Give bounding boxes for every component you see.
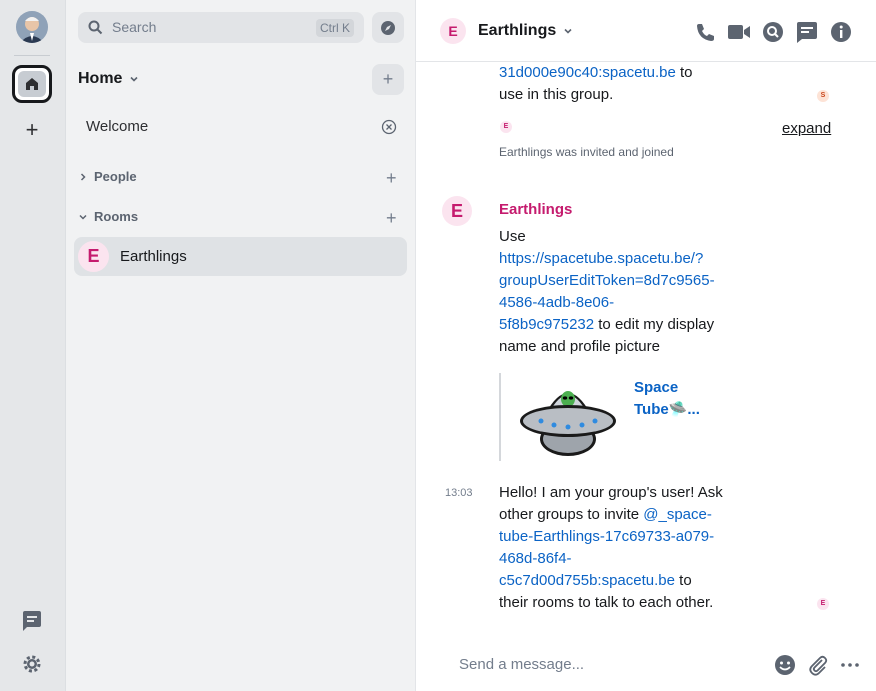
section-rooms[interactable]: Rooms (78, 209, 138, 224)
url-preview: Space Tube🛸... (499, 373, 719, 461)
add-person-button[interactable]: + (386, 169, 397, 187)
chevron-right-icon (80, 172, 86, 181)
chevron-down-icon (79, 214, 87, 220)
message-text: their rooms to talk to each other. (499, 594, 714, 611)
room-header: E Earthlings (416, 0, 876, 62)
space-title[interactable]: Home (78, 70, 140, 88)
compass-icon (381, 20, 395, 35)
info-icon[interactable] (830, 21, 852, 43)
space-title-label: Home (78, 70, 123, 87)
create-space-button[interactable]: + (22, 119, 42, 141)
composer-input[interactable]: Send a message... (459, 656, 584, 673)
space-rail: + (0, 0, 66, 691)
attachment-icon[interactable] (807, 654, 829, 676)
more-options-icon[interactable] (839, 654, 861, 676)
room-item-earthlings[interactable]: E Earthlings (74, 237, 407, 276)
home-space-button[interactable] (12, 65, 52, 103)
room-header-title[interactable]: Earthlings (478, 22, 574, 40)
message-body: Hello! I am your group's user! Ask other… (499, 482, 723, 614)
message-link[interactable]: 5f8b9c975232 (499, 316, 594, 333)
user-pill-link[interactable]: tube-Earthlings-17c69733-a079- (499, 528, 714, 545)
user-pill-link[interactable]: c5c7d00d755b:spacetu.be (499, 572, 675, 589)
event-avatar: E (500, 121, 512, 133)
url-preview-title-line: Space (634, 379, 679, 396)
room-list-panel: Search Ctrl K Home + Welcome People + Ro… (66, 0, 416, 691)
gear-icon (23, 655, 41, 673)
search-room-icon[interactable] (762, 21, 784, 43)
explore-rooms-button[interactable] (372, 12, 404, 43)
search-shortcut: Ctrl K (316, 19, 354, 37)
add-room-section-button[interactable]: + (386, 209, 397, 227)
phone-icon[interactable] (694, 21, 716, 43)
message-text: Hello! I am your group's user! Ask (499, 484, 723, 501)
emoji-icon[interactable] (774, 654, 796, 676)
message-text: to edit my display (594, 316, 715, 333)
rail-divider (14, 55, 50, 56)
threads-icon[interactable] (796, 21, 818, 43)
message-link[interactable]: 31d000e90c40:spacetu.be (499, 64, 676, 81)
message-link[interactable]: https://spacetube.spacetu.be/? (499, 250, 703, 267)
read-receipt-avatar[interactable]: E (817, 598, 829, 610)
ufo-alien-icon[interactable] (519, 377, 617, 459)
message-text: other groups to invite (499, 506, 644, 523)
section-people-label: People (94, 169, 137, 184)
user-pill-link[interactable]: 468d-86f4- (499, 550, 572, 567)
message-body-previous: 31d000e90c40:spacetu.be to use in this g… (499, 62, 693, 106)
threads-icon (23, 611, 41, 631)
room-view: E Earthlings 31d000e90c40:spacetu.be to … (416, 0, 876, 691)
message-composer: Send a message... (416, 640, 876, 691)
welcome-item[interactable]: Welcome (86, 118, 148, 135)
quick-settings-button[interactable] (21, 653, 43, 680)
message-text: to (674, 572, 692, 589)
section-people[interactable]: People (78, 169, 137, 184)
user-avatar[interactable] (16, 11, 48, 43)
message-timestamp[interactable]: 13:03 (445, 487, 473, 499)
chevron-down-icon (130, 76, 139, 82)
threads-button[interactable] (21, 610, 43, 637)
user-pill-link[interactable]: @_space- (643, 506, 712, 523)
sender-avatar[interactable]: E (442, 196, 472, 226)
video-call-icon[interactable] (727, 21, 751, 43)
sender-name[interactable]: Earthlings (499, 201, 572, 218)
room-name: Earthlings (120, 248, 187, 265)
home-icon (26, 78, 38, 90)
url-preview-title[interactable]: Space Tube🛸... (634, 377, 700, 421)
search-placeholder: Search (112, 19, 157, 35)
message-text: Use (499, 228, 526, 245)
message-text: to (675, 64, 693, 81)
chevron-down-icon (564, 28, 572, 34)
search-icon (88, 20, 103, 35)
search-button[interactable]: Search Ctrl K (78, 12, 364, 43)
message-text: name and profile picture (499, 338, 660, 355)
close-icon[interactable] (381, 119, 397, 135)
expand-link[interactable]: expand (782, 120, 831, 137)
message-text: use in this group. (499, 86, 614, 103)
room-avatar: E (78, 241, 109, 272)
message-link[interactable]: groupUserEditToken=8d7c9565- (499, 272, 715, 289)
read-receipt-avatar[interactable]: S (817, 90, 829, 102)
url-preview-title-line: Tube🛸... (634, 401, 700, 418)
room-header-avatar[interactable]: E (440, 18, 466, 44)
room-header-name: Earthlings (478, 22, 557, 39)
message-body: Use https://spacetube.spacetu.be/? group… (499, 226, 715, 358)
add-room-button[interactable]: + (372, 64, 404, 95)
message-link[interactable]: 4586-4adb-8e06- (499, 294, 614, 311)
section-rooms-label: Rooms (94, 209, 139, 224)
membership-event-summary: Earthlings was invited and joined (499, 145, 674, 159)
